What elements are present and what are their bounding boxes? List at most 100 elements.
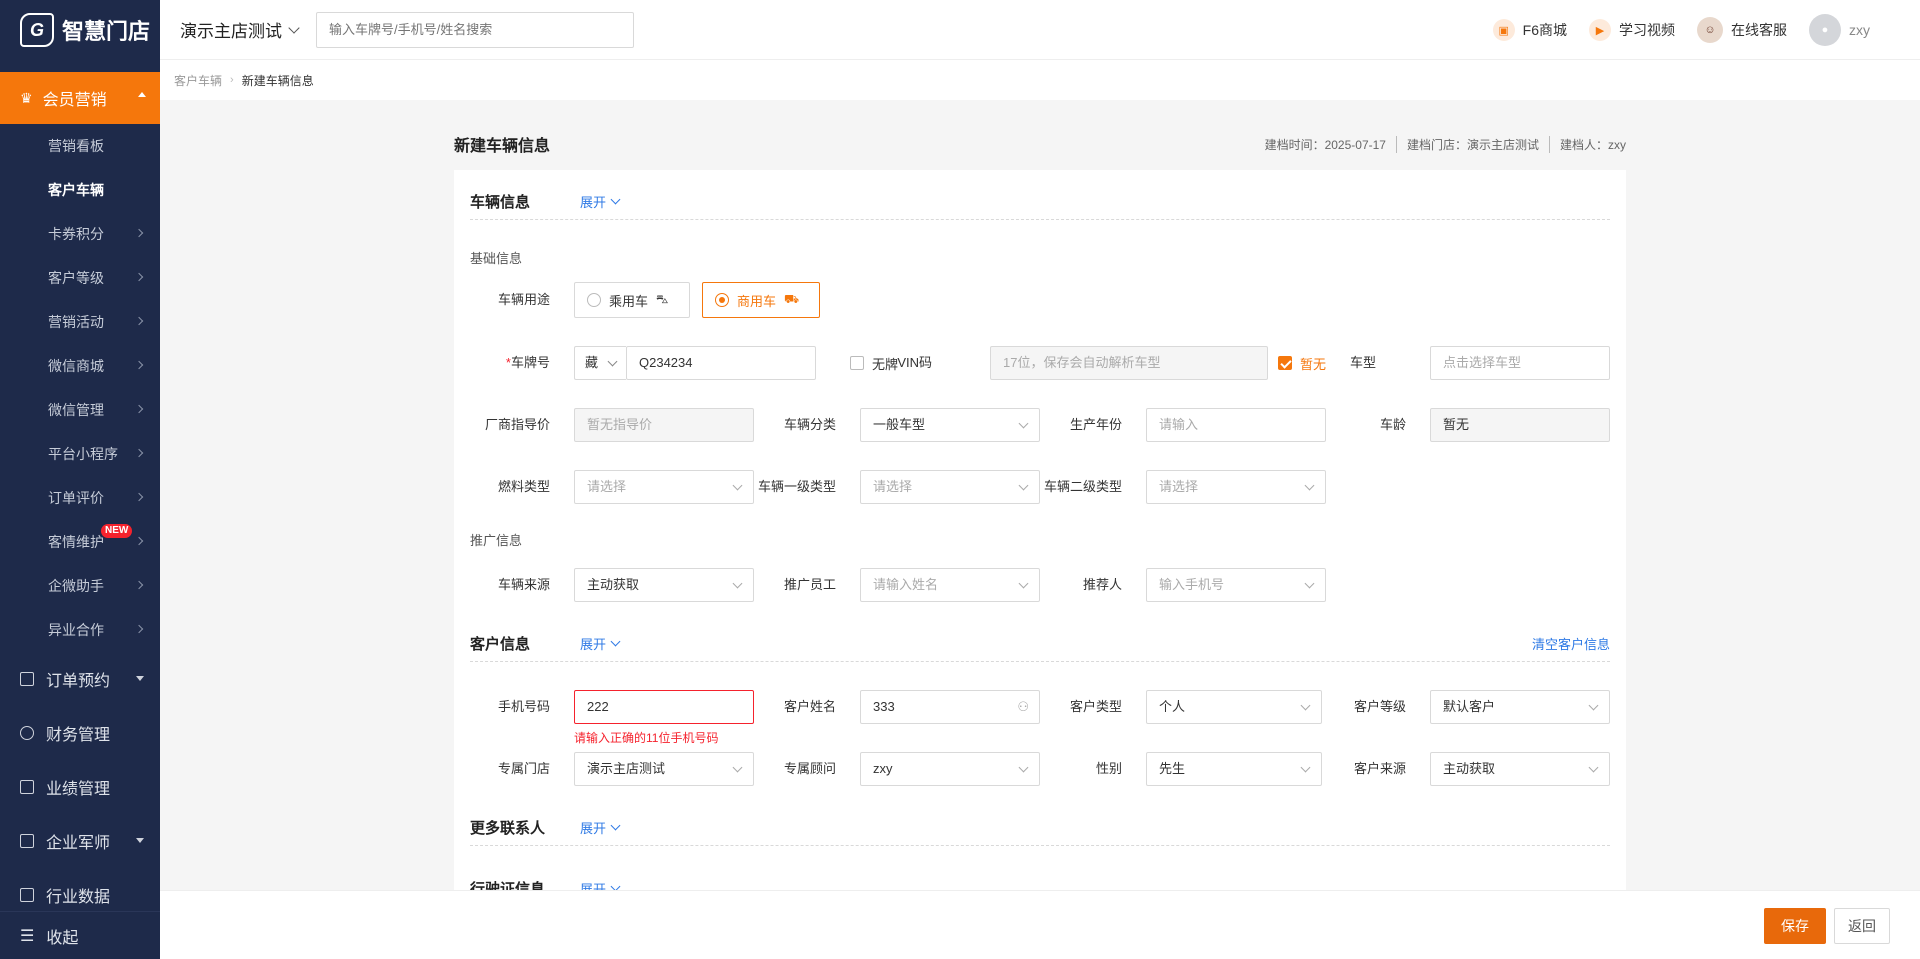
main-nav-list: 订单预约 财务管理 业绩管理 企业军师 行业数据 [0,652,160,922]
fuel-select[interactable]: 请选择 [574,470,754,504]
sidebar-main-item[interactable]: 业绩管理 [0,760,160,814]
truck-icon: ⛟ [784,292,800,306]
customer-name-input[interactable]: 333 ⚇ [860,690,1040,724]
promo-info-label: 推广信息 [470,533,523,548]
collapse-icon: ☰ [20,927,35,945]
user-avatar-icon: ● [1809,14,1841,46]
store-switcher[interactable]: 演示主店测试 [180,17,300,42]
chevron-right-icon [134,624,144,634]
contacts-expand-link[interactable]: 展开 [580,818,621,837]
sidebar-subitem[interactable]: 客户车辆 [0,168,160,212]
referrer-label: 推荐人 [1082,577,1122,592]
record-meta: 建档时间：2025-07-17 建档门店：演示主店测试 建档人：zxy [1264,135,1626,153]
user-name: zxy [1849,22,1870,38]
sidebar-main-item[interactable]: 财务管理 [0,706,160,760]
sidebar-subitem[interactable]: 企微助手 [0,564,160,608]
global-search-input[interactable] [316,11,634,48]
guide-price-label: 厂商指导价 [484,417,550,432]
customer-type-label: 客户类型 [1069,699,1122,714]
meta-date: 建档时间：2025-07-17 [1264,137,1386,152]
online-service-link[interactable]: ☺ 在线客服 [1697,17,1787,43]
back-button[interactable]: 返回 [1834,908,1890,944]
new-badge: NEW [101,524,133,538]
f6-mall-link[interactable]: ▣ F6商城 [1492,19,1567,41]
clear-customer-link[interactable]: 清空客户信息 [1532,634,1610,653]
type1-placeholder: 请选择 [873,479,913,494]
app-logo[interactable]: G 智慧门店 [0,0,160,60]
sidebar-subitem-label: 企微助手 [48,578,104,594]
chevron-down-icon [607,356,618,367]
expand-label: 展开 [580,881,607,891]
promo-staff-placeholder: 请输入姓名 [873,577,939,592]
license-expand-link[interactable]: 展开 [580,879,621,891]
category-label: 车辆分类 [783,417,836,432]
usage-option-commercial[interactable]: 商用车 ⛟ [702,282,820,318]
promo-staff-select[interactable]: 请输入姓名 [860,568,1040,602]
gender-select[interactable]: 先生 [1146,752,1322,786]
sidebar-subitem[interactable]: 卡券积分 [0,212,160,256]
action-footer: 保存 返回 [160,890,1920,959]
plate-province: 藏 [585,355,599,370]
sidebar-subitem[interactable]: 异业合作 [0,608,160,652]
chevron-right-icon [134,404,144,414]
user-menu[interactable]: ● zxy [1809,14,1870,46]
sidebar-main-item-label: 企业军师 [46,835,111,852]
advisor-select[interactable]: zxy [860,752,1040,786]
sidebar-subitem[interactable]: 客户等级 [0,256,160,300]
learning-video-label: 学习视频 [1619,22,1675,38]
type2-placeholder: 请选择 [1159,479,1199,494]
save-button[interactable]: 保存 [1764,908,1826,944]
nav-group-member-marketing[interactable]: ♛ 会员营销 [0,72,160,124]
model-label: 车型 [1349,355,1376,370]
sidebar-main-item[interactable]: 订单预约 [0,652,160,706]
usage-option-passenger[interactable]: 乘用车 ⛍ [574,282,690,318]
fuel-placeholder: 请选择 [587,479,627,494]
vehicle-expand-link[interactable]: 展开 [580,192,621,211]
type2-select[interactable]: 请选择 [1146,470,1326,504]
gender-value: 先生 [1159,761,1186,776]
phone-label: 手机号码 [497,699,550,714]
phone-input[interactable]: 222 [574,690,754,724]
customer-name-label: 客户姓名 [783,699,836,714]
breadcrumb-parent[interactable]: 客户车辆 [174,72,222,89]
chevron-right-icon [134,360,144,370]
sidebar-subitem[interactable]: 营销看板 [0,124,160,168]
year-input[interactable]: 请输入 [1146,408,1326,442]
type1-select[interactable]: 请选择 [860,470,1040,504]
customer-type-select[interactable]: 个人 [1146,690,1322,724]
customer-expand-link[interactable]: 展开 [580,634,621,653]
exclusive-store-select[interactable]: 演示主店测试 [574,752,754,786]
fuel-label: 燃料类型 [497,479,550,494]
collapse-sidebar-button[interactable]: ☰ 收起 [0,911,160,959]
sidebar-subitem-label: 客户车辆 [48,182,104,198]
customer-section-title: 客户信息 [470,636,531,653]
license-section-header: 行驶证信息 展开 [470,870,1610,890]
sidebar-subitem[interactable]: 客情维护 NEW [0,520,160,564]
sidebar-subitem[interactable]: 微信商城 [0,344,160,388]
model-select-input[interactable]: 点击选择车型 [1430,346,1610,380]
vin-input[interactable]: 17位，保存会自动解析车型 [990,346,1268,380]
learning-video-link[interactable]: ▶ 学习视频 [1589,19,1675,41]
sidebar-subitem[interactable]: 微信管理 [0,388,160,432]
store-name: 演示主店测试 [180,22,282,41]
expand-label: 展开 [580,195,607,210]
top-bar: 演示主店测试 ▣ F6商城 ▶ 学习视频 ☺ 在线客服 ● zxy [160,0,1920,60]
exclusive-store-label: 专属门店 [497,761,550,776]
caret-up-icon [138,92,146,97]
sidebar-subitem[interactable]: 平台小程序 [0,432,160,476]
plate-province-select[interactable]: 藏 [574,346,626,380]
sidebar-subitem[interactable]: 订单评价 [0,476,160,520]
sidebar-main-item[interactable]: 企业军师 [0,814,160,868]
sidebar-subitem[interactable]: 营销活动 [0,300,160,344]
meta-store: 建档门店：演示主店测试 [1395,135,1539,153]
vehicle-source-select[interactable]: 主动获取 [574,568,754,602]
plate-number-input[interactable]: Q234234 [626,346,816,380]
customer-source-select[interactable]: 主动获取 [1430,752,1610,786]
customer-name-value: 333 [873,699,895,714]
age-value: 暂无 [1430,408,1610,442]
customer-level-select[interactable]: 默认客户 [1430,690,1610,724]
service-avatar-icon: ☺ [1697,17,1723,43]
referrer-select[interactable]: 输入手机号 [1146,568,1326,602]
category-select[interactable]: 一般车型 [860,408,1040,442]
sidebar: G 智慧门店 ♛ 会员营销 营销看板客户车辆卡券积分 客户等级 营销活动 微信商城 微信… [0,0,160,959]
